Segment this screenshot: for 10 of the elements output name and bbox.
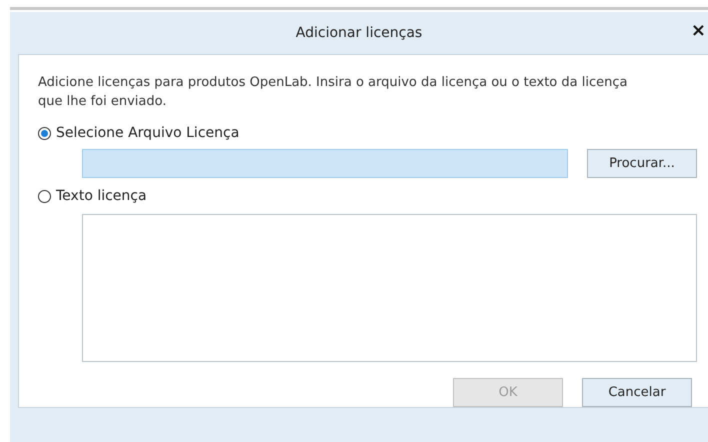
description-text: Adicione licenças para produtos OpenLab. Insira o arquivo da licença ou o texto da licença que lhe foi enviado. — [38, 74, 628, 111]
file-path-field[interactable] — [82, 149, 568, 178]
radio-button[interactable] — [38, 190, 51, 202]
dialog-button[interactable]: Cancelar — [582, 378, 692, 407]
close-button[interactable]: × — [690, 22, 706, 40]
radio-label: Texto licença — [56, 186, 147, 206]
browse-button[interactable]: Procurar... — [587, 149, 697, 178]
dialog-title: Adicionar licenças — [296, 24, 422, 42]
radio-button[interactable] — [38, 126, 51, 140]
radio-label: Selecione Arquivo Licença — [56, 124, 240, 142]
